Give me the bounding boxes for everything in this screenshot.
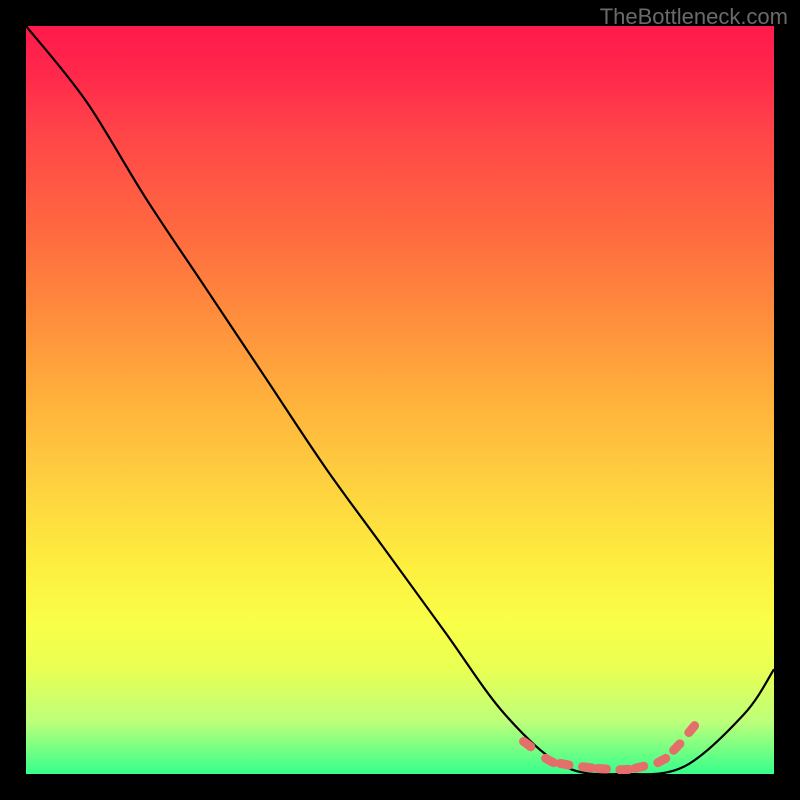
chart-frame: TheBottleneck.com (0, 0, 800, 800)
optimal-zone-markers (517, 719, 701, 774)
bottleneck-curve-line (26, 26, 774, 774)
marker-dot (652, 752, 672, 768)
chart-overlay (26, 26, 774, 774)
marker-dot (593, 764, 612, 774)
marker-dot (683, 719, 701, 739)
plot-area (26, 26, 774, 774)
marker-dot (630, 761, 650, 774)
marker-dot (555, 758, 574, 770)
marker-dot (667, 737, 686, 756)
attribution-label: TheBottleneck.com (600, 4, 788, 30)
